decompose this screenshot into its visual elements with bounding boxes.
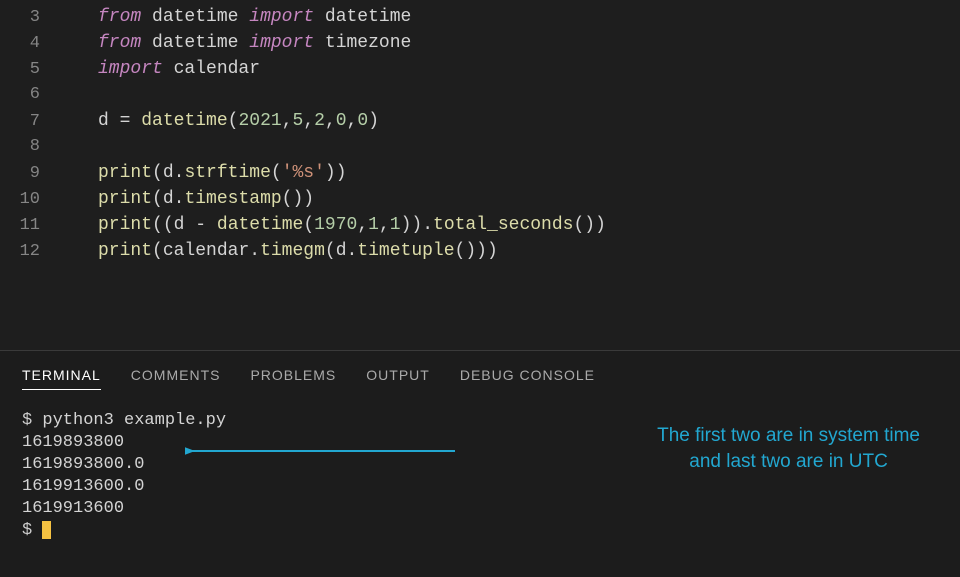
- code-content[interactable]: from datetime import datetime: [68, 4, 411, 30]
- code-line[interactable]: 9print(d.strftime('%s')): [0, 160, 960, 186]
- code-content[interactable]: d = datetime(2021,5,2,0,0): [68, 108, 379, 134]
- annotation-text: The first two are in system time and las…: [657, 423, 920, 475]
- code-content[interactable]: import calendar: [68, 56, 260, 82]
- tab-debug-console[interactable]: DEBUG CONSOLE: [460, 367, 595, 390]
- code-line[interactable]: 10print(d.timestamp()): [0, 186, 960, 212]
- code-line[interactable]: 12print(calendar.timegm(d.timetuple())): [0, 238, 960, 264]
- tab-output[interactable]: OUTPUT: [366, 367, 430, 390]
- terminal-prompt-line[interactable]: $: [22, 520, 938, 542]
- cursor-icon: [42, 521, 51, 539]
- line-number: 8: [0, 134, 68, 160]
- code-content[interactable]: print(calendar.timegm(d.timetuple())): [68, 238, 498, 264]
- code-line[interactable]: 11print((d - datetime(1970,1,1)).total_s…: [0, 212, 960, 238]
- tab-comments[interactable]: COMMENTS: [131, 367, 221, 390]
- code-line[interactable]: 5import calendar: [0, 56, 960, 82]
- annotation-line1: The first two are in system time: [657, 425, 920, 446]
- line-number: 12: [0, 239, 68, 265]
- tab-problems[interactable]: PROBLEMS: [250, 367, 336, 390]
- line-number: 3: [0, 5, 68, 31]
- line-number: 10: [0, 187, 68, 213]
- code-line[interactable]: 8: [0, 134, 960, 160]
- panel-tabs: TERMINAL COMMENTS PROBLEMS OUTPUT DEBUG CONS…: [22, 351, 938, 400]
- line-number: 4: [0, 31, 68, 57]
- line-number: 11: [0, 213, 68, 239]
- code-content[interactable]: print(d.timestamp()): [68, 186, 314, 212]
- code-line[interactable]: 6: [0, 82, 960, 108]
- code-line[interactable]: 7d = datetime(2021,5,2,0,0): [0, 108, 960, 134]
- bottom-panel: TERMINAL COMMENTS PROBLEMS OUTPUT DEBUG CONS…: [0, 350, 960, 577]
- code-editor[interactable]: 3from datetime import datetime4from date…: [0, 0, 960, 350]
- line-number: 6: [0, 82, 68, 108]
- line-number: 9: [0, 161, 68, 187]
- terminal-output-line: 1619913600.0: [22, 476, 938, 498]
- code-line[interactable]: 4from datetime import timezone: [0, 30, 960, 56]
- line-number: 7: [0, 109, 68, 135]
- line-number: 5: [0, 57, 68, 83]
- code-line[interactable]: 3from datetime import datetime: [0, 4, 960, 30]
- terminal-output-line: 1619913600: [22, 498, 938, 520]
- code-content[interactable]: print(d.strftime('%s')): [68, 160, 347, 186]
- code-content[interactable]: print((d - datetime(1970,1,1)).total_sec…: [68, 212, 606, 238]
- tab-terminal[interactable]: TERMINAL: [22, 367, 101, 390]
- annotation-line2: and last two are in UTC: [689, 451, 888, 472]
- code-content[interactable]: from datetime import timezone: [68, 30, 411, 56]
